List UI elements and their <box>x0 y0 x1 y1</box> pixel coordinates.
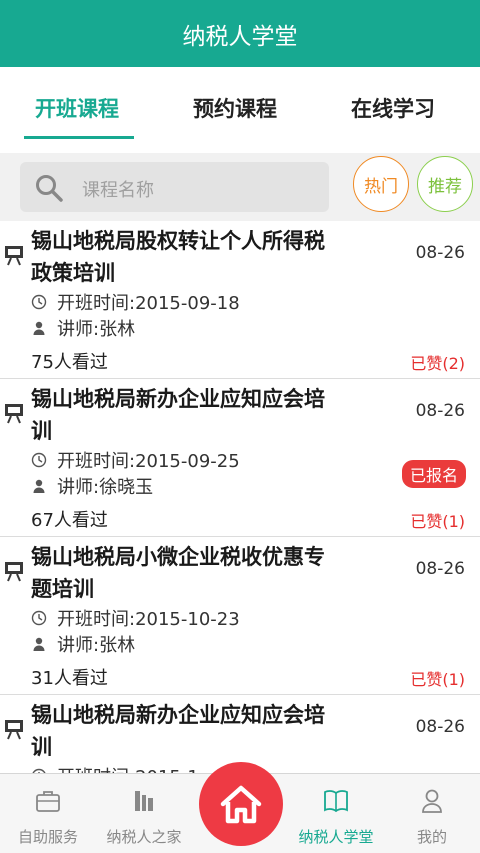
briefcase-icon <box>36 791 60 812</box>
app-title-bar: 纳税人学堂 <box>0 0 480 67</box>
enrolled-badge: 已报名 <box>401 460 466 488</box>
clock-icon <box>31 610 47 626</box>
course-likes[interactable]: 已赞(1) <box>410 666 465 690</box>
course-tabs: 开班课程 预约课程 在线学习 <box>0 67 480 153</box>
person-icon <box>33 321 45 335</box>
course-date: 08-26 <box>415 243 465 263</box>
course-item[interactable]: 锡山地税局新办企业应知应会培训 08-26 开班时间:2015-09-25 讲师… <box>0 379 480 537</box>
course-start-time: 开班时间:2015-10-23 <box>57 609 240 630</box>
home-button[interactable] <box>199 762 283 846</box>
course-views: 75人看过 <box>31 352 108 373</box>
building-icon <box>135 791 153 811</box>
nav-taxpayer-home[interactable]: 纳税人之家 <box>96 774 192 853</box>
nav-label: 纳税人之家 <box>106 828 182 846</box>
search-icon <box>36 175 63 202</box>
nav-label: 我的 <box>416 828 447 846</box>
course-teacher-row: 讲师:张林 <box>31 315 135 341</box>
course-date: 08-26 <box>415 401 465 421</box>
course-time-row: 开班时间:2015-10-23 <box>31 605 240 631</box>
course-time-row: 开班时间:2015-09-25 <box>31 447 240 473</box>
nav-taxpayer-school[interactable]: 纳税人学堂 <box>288 774 384 853</box>
recommend-filter-button[interactable]: 推荐 <box>417 156 473 212</box>
nav-self-service[interactable]: 自助服务 <box>0 774 96 853</box>
course-start-time: 开班时间:2015-09-18 <box>57 293 240 314</box>
course-board-icon <box>5 720 23 740</box>
person-icon <box>33 637 45 651</box>
nav-mine[interactable]: 我的 <box>384 774 480 853</box>
course-board-icon <box>5 246 23 266</box>
course-title: 锡山地税局股权转让个人所得税政策培训 <box>31 229 325 285</box>
course-date: 08-26 <box>415 717 465 737</box>
active-tab-indicator <box>24 136 134 139</box>
clock-icon <box>31 294 47 310</box>
tab-open-courses[interactable]: 开班课程 <box>35 93 119 123</box>
course-teacher: 讲师:徐晓玉 <box>57 477 154 498</box>
course-teacher-row: 讲师:徐晓玉 <box>31 473 153 499</box>
nav-label: 纳税人学堂 <box>298 828 374 846</box>
course-time-row: 开班时间:2015-09-18 <box>31 289 240 315</box>
search-bar: 课程名称 热门 推荐 <box>0 153 480 221</box>
search-placeholder: 课程名称 <box>82 180 154 201</box>
nav-label: 自助服务 <box>17 828 78 846</box>
search-input[interactable]: 课程名称 <box>20 162 329 212</box>
course-likes[interactable]: 已赞(1) <box>410 508 465 532</box>
course-board-icon <box>5 404 23 424</box>
course-date: 08-26 <box>415 559 465 579</box>
course-title: 锡山地税局新办企业应知应会培训 <box>31 387 325 443</box>
course-views: 31人看过 <box>31 668 108 689</box>
clock-icon <box>31 452 47 468</box>
course-teacher: 讲师:张林 <box>57 319 136 340</box>
course-board-icon <box>5 562 23 582</box>
page-title: 纳税人学堂 <box>182 23 298 50</box>
course-views: 67人看过 <box>31 510 108 531</box>
hot-filter-button[interactable]: 热门 <box>353 156 409 212</box>
course-likes[interactable]: 已赞(2) <box>410 350 465 374</box>
tab-reserved-courses[interactable]: 预约课程 <box>193 93 277 123</box>
person-icon <box>33 479 45 493</box>
course-title: 锡山地税局新办企业应知应会培训 <box>31 703 325 759</box>
home-icon <box>220 785 262 824</box>
course-title: 锡山地税局小微企业税收优惠专题培训 <box>31 545 325 601</box>
course-teacher: 讲师:张林 <box>57 635 136 656</box>
book-icon <box>324 790 348 813</box>
course-item[interactable]: 锡山地税局小微企业税收优惠专题培训 08-26 开班时间:2015-10-23 … <box>0 537 480 695</box>
course-start-time: 开班时间:2015-09-25 <box>57 451 240 472</box>
course-teacher-row: 讲师:张林 <box>31 631 135 657</box>
tab-online-learning[interactable]: 在线学习 <box>351 93 435 123</box>
person-icon <box>422 789 442 813</box>
course-item[interactable]: 锡山地税局股权转让个人所得税政策培训 08-26 开班时间:2015-09-18… <box>0 221 480 379</box>
